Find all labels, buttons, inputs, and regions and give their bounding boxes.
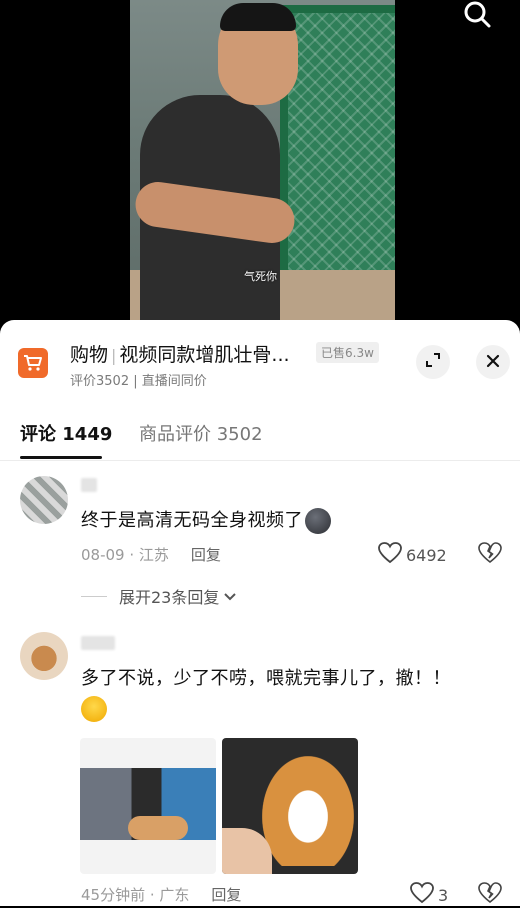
avatar[interactable] [20, 476, 68, 524]
expand-replies-label: 展开23条回复 [119, 588, 220, 607]
shop-subtitle: 评价3502 | 直播间同价 [70, 374, 207, 389]
comment-meta: 45分钟前 · 广东 回复 [81, 886, 242, 904]
expand-replies-button[interactable]: 展开23条回复 [81, 584, 237, 608]
close-button[interactable] [476, 345, 510, 379]
emoji-icon [305, 508, 331, 534]
avatar[interactable] [20, 632, 68, 680]
comment-date: 08-09 [81, 546, 125, 564]
person-hair [220, 3, 296, 31]
comment-text: 多了不说，少了不唠，喂就完事儿了，撤！！ [81, 664, 501, 724]
comment-text-body: 多了不说，少了不唠，喂就完事儿了，撤！！ [81, 668, 451, 689]
title-separator: | [111, 346, 117, 365]
expand-button[interactable] [416, 345, 450, 379]
laughing-emoji-icon [81, 696, 107, 722]
video-player[interactable]: 气死你 [0, 0, 520, 330]
broken-heart-icon [478, 542, 502, 568]
heart-icon [378, 542, 402, 568]
comment-date: 45分钟前 [81, 886, 146, 904]
comment-image-1[interactable] [80, 738, 216, 874]
search-icon[interactable] [462, 0, 492, 30]
shop-title[interactable]: 购物 | 视频同款增肌壮骨... [70, 340, 290, 367]
tab-bar: 评论 1449 商品评价 3502 [0, 420, 520, 461]
tab-product-reviews[interactable]: 商品评价 3502 [139, 420, 263, 446]
heart-icon [410, 882, 434, 908]
shop-title-prefix: 购物 [70, 344, 109, 366]
comment-meta: 08-09 · 江苏 回复 [81, 546, 221, 564]
sold-badge: 已售6.3w [316, 342, 379, 363]
comment-location: 广东 [159, 886, 190, 904]
expand-line [81, 595, 107, 597]
comment-text: 终于是高清无码全身视频了 [81, 506, 331, 534]
username-blurred[interactable] [81, 636, 115, 650]
shop-product-name: 视频同款增肌壮骨... [119, 344, 290, 366]
comment-image-2[interactable] [222, 738, 358, 874]
tab-comments[interactable]: 评论 1449 [20, 420, 112, 446]
comment-panel: 购物 | 视频同款增肌壮骨... 已售6.3w 评价3502 | 直播间同价 评论 … [0, 320, 520, 906]
chevron-down-icon [223, 587, 237, 606]
like-button[interactable]: 6492 [378, 542, 447, 568]
username-blurred[interactable] [81, 478, 97, 492]
dislike-button[interactable] [478, 882, 502, 908]
like-button[interactable]: 3 [410, 882, 448, 908]
video-caption: 气死你 [244, 270, 277, 283]
like-count: 6492 [406, 545, 447, 565]
reply-button[interactable]: 回复 [211, 886, 241, 904]
like-count: 3 [438, 885, 449, 905]
expand-icon [425, 352, 441, 372]
dislike-button[interactable] [478, 542, 502, 568]
reply-button[interactable]: 回复 [191, 546, 221, 564]
tab-underline [20, 456, 102, 459]
broken-heart-icon [478, 882, 502, 908]
close-icon [486, 353, 500, 372]
comment-location: 江苏 [138, 546, 169, 564]
cart-icon[interactable] [18, 348, 48, 378]
comment-text-body: 终于是高清无码全身视频了 [81, 510, 303, 531]
